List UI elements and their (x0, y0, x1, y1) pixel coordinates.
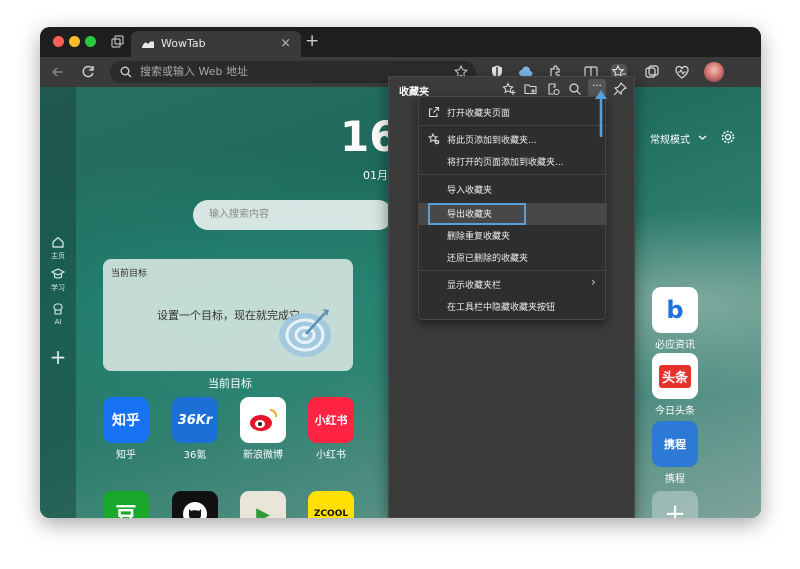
workspaces-icon[interactable] (111, 35, 125, 49)
tab-close-button[interactable]: × (280, 31, 291, 57)
submenu-arrow-icon: › (591, 275, 596, 289)
add-app-button[interactable]: + (652, 491, 698, 518)
favorites-more-menu: 打开收藏夹页面 将此页添加到收藏夹... 将打开的页面添加到收藏夹... 导入收… (418, 96, 607, 320)
date-text: 01月 (363, 169, 388, 182)
app-ctrip[interactable]: 携程 (652, 421, 698, 467)
menu-item-show-favorites-bar[interactable]: 显示收藏夹栏 (447, 278, 501, 291)
star-add-icon (428, 133, 440, 145)
menu-separator (419, 174, 607, 175)
sidebar-item-label: AI (54, 318, 62, 326)
ai-bot-icon (53, 303, 63, 315)
menu-separator (419, 270, 607, 271)
mode-label[interactable]: 常规模式 (650, 131, 690, 146)
target-icon (279, 309, 331, 357)
add-folder-icon[interactable] (524, 82, 538, 96)
app-zhihu[interactable]: 知乎 (103, 397, 149, 443)
app-toutiao[interactable]: 头条 (652, 353, 698, 399)
goal-card-title: 当前目标 (111, 269, 148, 279)
import-favorites-icon[interactable] (546, 82, 560, 96)
search-favorites-icon[interactable] (568, 82, 582, 96)
add-favorite-icon[interactable] (502, 82, 516, 96)
app-label: 携程 (665, 474, 685, 485)
app-icon-text: b (666, 296, 684, 324)
tab-title: WowTab (161, 37, 206, 50)
app-video[interactable]: ▶ (240, 491, 286, 518)
menu-item-restore-deleted[interactable]: 还原已删除的收藏夹 (447, 251, 528, 264)
weibo-icon (250, 408, 278, 431)
sidebar-item-label: 学习 (51, 284, 65, 292)
app-icon-text: ZCOOL (313, 509, 349, 518)
app-github[interactable] (172, 491, 218, 518)
app-zcool[interactable]: ZCOOL (308, 491, 354, 518)
app-icon-text: 携程 (664, 438, 686, 451)
menu-item-hide-favorites-button[interactable]: 在工具栏中隐藏收藏夹按钮 (447, 300, 555, 313)
app-bing[interactable]: b (652, 287, 698, 333)
sidebar-add-button[interactable]: + (40, 345, 76, 369)
highlight-annotation-box (428, 203, 526, 225)
new-tab-button[interactable]: + (305, 31, 319, 51)
add-app-label: + (664, 499, 686, 518)
app-icon-text: 知乎 (112, 413, 140, 429)
search-placeholder: 输入搜索内容 (209, 209, 269, 220)
pin-icon[interactable] (613, 82, 627, 96)
app-icon-text: 头条 (658, 364, 691, 388)
browser-window: WowTab × + 搜索或输入 Web 地址 主页 学习 AI + 16 01… (40, 27, 761, 518)
app-label: 必应资讯 (655, 340, 695, 351)
app-icon-text: 小红书 (314, 414, 348, 427)
home-icon (52, 236, 64, 248)
settings-gear-icon[interactable] (721, 130, 735, 144)
refresh-icon[interactable] (80, 64, 96, 80)
profile-avatar[interactable] (704, 62, 724, 82)
app-icon-text: ▶ (256, 503, 270, 519)
open-external-icon (428, 106, 440, 118)
wowtab-logo-icon (142, 41, 154, 48)
app-weibo[interactable] (240, 397, 286, 443)
health-icon[interactable] (674, 64, 690, 80)
chevron-down-icon[interactable] (698, 133, 707, 142)
minimize-window-button[interactable] (69, 36, 80, 47)
goal-caption: 当前目标 (208, 377, 252, 390)
search-icon (120, 66, 132, 78)
menu-item-import-favorites[interactable]: 导入收藏夹 (447, 183, 492, 196)
app-36kr[interactable]: 36Kr (172, 397, 218, 443)
app-label: 小红书 (316, 450, 346, 461)
back-icon[interactable] (50, 64, 66, 80)
sidebar-item-label: 主页 (51, 252, 65, 260)
menu-item-open-favorites-page[interactable]: 打开收藏夹页面 (447, 106, 510, 119)
address-placeholder: 搜索或输入 Web 地址 (140, 65, 248, 78)
github-icon (183, 502, 207, 518)
sidebar-item-home[interactable]: 主页 (40, 235, 76, 261)
newtab-sidebar: 主页 学习 AI + (40, 87, 76, 518)
app-label: 知乎 (116, 450, 136, 461)
tab-wowtab[interactable]: WowTab × (131, 31, 301, 57)
sidebar-item-study[interactable]: 学习 (40, 267, 76, 293)
sidebar-item-ai[interactable]: AI (40, 302, 76, 326)
maximize-window-button[interactable] (85, 36, 96, 47)
app-label: 今日头条 (655, 406, 695, 417)
app-label: 36氪 (183, 450, 207, 461)
app-label: 新浪微博 (243, 450, 283, 461)
collections-icon[interactable] (644, 64, 660, 80)
graduation-cap-icon (50, 268, 66, 279)
menu-separator (419, 125, 607, 126)
newtab-search-input[interactable]: 输入搜索内容 (193, 200, 393, 230)
app-xiaohongshu[interactable]: 小红书 (308, 397, 354, 443)
menu-item-add-open-pages[interactable]: 将打开的页面添加到收藏夹... (447, 155, 564, 168)
menu-item-remove-duplicates[interactable]: 删除重复收藏夹 (447, 229, 510, 242)
app-douban[interactable]: 豆 (103, 491, 149, 518)
menu-item-add-this-page[interactable]: 将此页添加到收藏夹... (447, 133, 537, 146)
goal-card[interactable]: 当前目标 设置一个目标，现在就完成它 (103, 259, 353, 371)
close-window-button[interactable] (53, 36, 64, 47)
tab-bar: WowTab × + (40, 27, 761, 57)
app-icon-text: 豆 (114, 504, 137, 518)
annotation-arrow-icon (595, 90, 607, 137)
app-icon-text: 36Kr (177, 412, 213, 428)
